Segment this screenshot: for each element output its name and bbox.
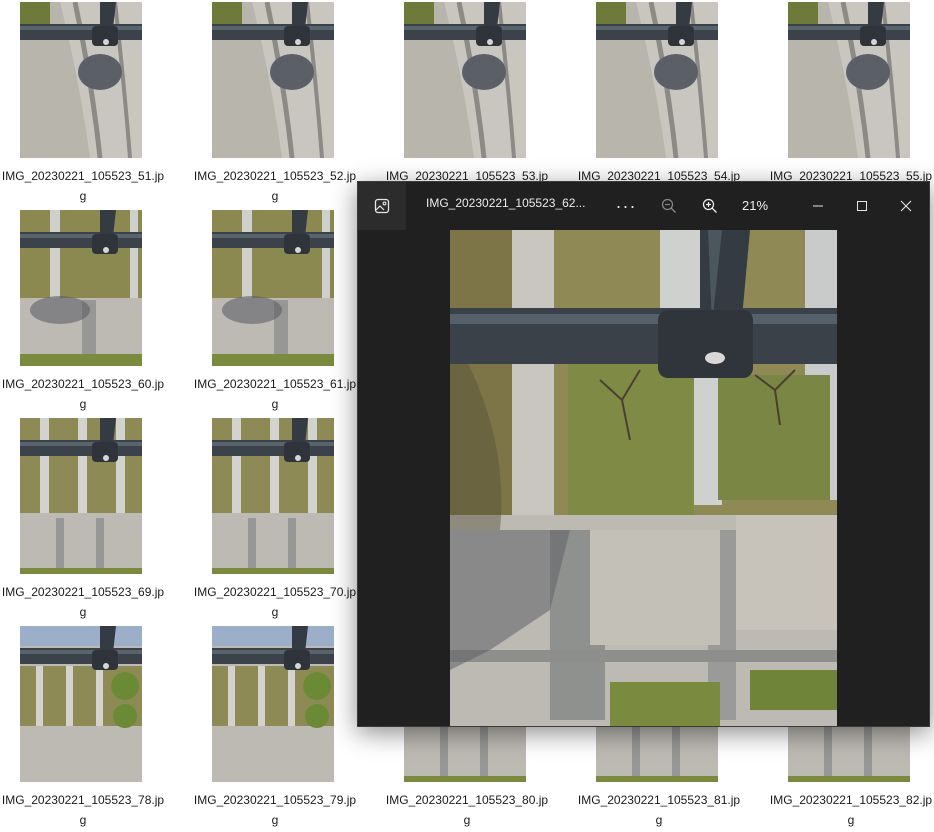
photo-viewer-window[interactable]: IMG_20230221_105523_62... ··· 21%	[357, 181, 930, 727]
file-name: IMG_20230221_105523_51.jpg	[1, 169, 165, 203]
more-options-button[interactable]: ···	[608, 182, 644, 230]
file-item[interactable]: IMG_20230221_105523_53.jpg	[384, 0, 564, 208]
zoom-in-icon[interactable]	[694, 182, 726, 230]
file-item[interactable]: IMG_20230221_105523_54.jpg	[576, 0, 756, 208]
zoom-level: 21%	[741, 198, 769, 213]
minimize-icon[interactable]	[795, 182, 841, 230]
file-name: IMG_20230221_105523_78.jpg	[1, 793, 165, 827]
file-name: IMG_20230221_105523_80.jpg	[385, 793, 549, 827]
file-thumbnail[interactable]	[20, 626, 142, 782]
viewer-title: IMG_20230221_105523_62...	[426, 196, 586, 210]
file-thumbnail[interactable]	[20, 210, 142, 366]
file-name: IMG_20230221_105523_61.jpg	[193, 377, 357, 411]
viewer-titlebar[interactable]: IMG_20230221_105523_62... ··· 21%	[358, 182, 929, 230]
file-item[interactable]: IMG_20230221_105523_69.jpg	[0, 416, 180, 624]
viewer-photo	[450, 230, 837, 726]
file-thumbnail[interactable]	[20, 418, 142, 574]
file-item[interactable]: IMG_20230221_105523_60.jpg	[0, 208, 180, 416]
file-thumbnail[interactable]	[596, 2, 718, 158]
file-thumbnail[interactable]	[788, 2, 910, 158]
file-item[interactable]: IMG_20230221_105523_79.jpg	[192, 624, 372, 832]
file-thumbnail[interactable]	[212, 2, 334, 158]
file-item[interactable]: IMG_20230221_105523_61.jpg	[192, 208, 372, 416]
file-thumbnail[interactable]	[212, 418, 334, 574]
file-thumbnail[interactable]	[212, 210, 334, 366]
file-item[interactable]: IMG_20230221_105523_52.jpg	[192, 0, 372, 208]
maximize-icon[interactable]	[839, 182, 885, 230]
image-icon[interactable]	[358, 182, 406, 230]
file-item[interactable]: IMG_20230221_105523_51.jpg	[0, 0, 180, 208]
file-name: IMG_20230221_105523_82.jpg	[769, 793, 933, 827]
close-icon[interactable]	[883, 182, 929, 230]
file-name: IMG_20230221_105523_52.jpg	[193, 169, 357, 203]
file-name: IMG_20230221_105523_79.jpg	[193, 793, 357, 827]
file-thumbnail[interactable]	[404, 2, 526, 158]
file-thumbnail[interactable]	[212, 626, 334, 782]
file-thumbnail[interactable]	[20, 2, 142, 158]
zoom-out-icon[interactable]	[653, 182, 685, 230]
file-name: IMG_20230221_105523_70.jpg	[193, 585, 357, 619]
file-name: IMG_20230221_105523_81.jpg	[577, 793, 741, 827]
file-name: IMG_20230221_105523_69.jpg	[1, 585, 165, 619]
file-item[interactable]: IMG_20230221_105523_70.jpg	[192, 416, 372, 624]
file-item[interactable]: IMG_20230221_105523_55.jpg	[768, 0, 934, 208]
file-name: IMG_20230221_105523_60.jpg	[1, 377, 165, 411]
file-item[interactable]: IMG_20230221_105523_78.jpg	[0, 624, 180, 832]
